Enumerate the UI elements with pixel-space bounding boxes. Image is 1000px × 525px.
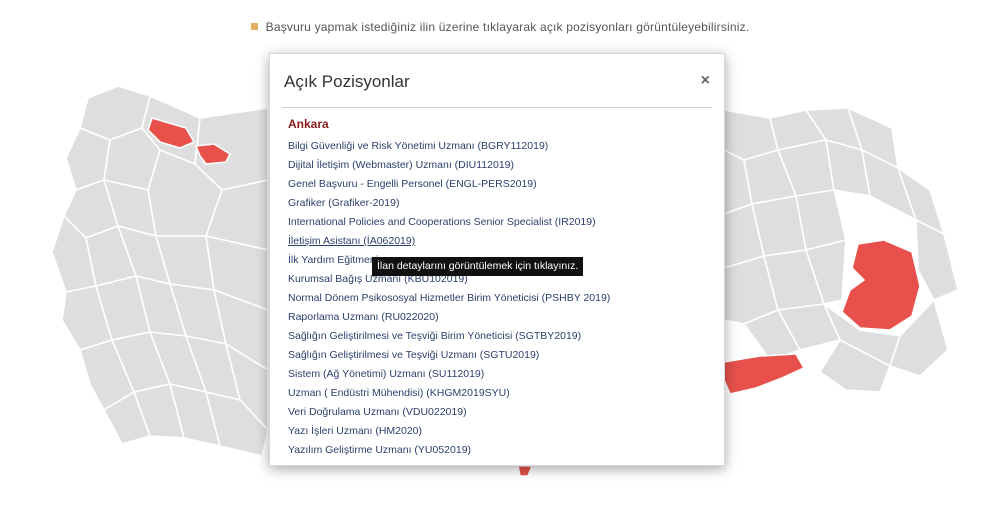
job-link[interactable]: International Policies and Cooperations …: [288, 216, 596, 228]
list-item: Bilgi Güvenliği ve Risk Yönetimi Uzmanı …: [288, 135, 712, 154]
job-link[interactable]: Genel Başvuru - Engelli Personel (ENGL-P…: [288, 178, 537, 190]
job-link-hovered[interactable]: İletişim Asistanı (İA062019): [288, 235, 415, 247]
map-province[interactable]: [915, 218, 959, 302]
job-tooltip: İlan detaylarını görüntülemek için tıkla…: [372, 257, 584, 276]
list-item: Sistem (Ağ Yönetimi) Uzmanı (SU112019): [288, 363, 712, 382]
job-link[interactable]: Dijital İletişim (Webmaster) Uzmanı (DIU…: [288, 159, 514, 171]
list-item: Sağlığın Geliştirilmesi ve Teşviği Uzman…: [288, 344, 712, 363]
close-icon[interactable]: ×: [701, 73, 710, 89]
city-title: Ankara: [288, 117, 329, 131]
job-link[interactable]: Normal Dönem Psikososyal Hizmetler Birim…: [288, 292, 610, 304]
job-link[interactable]: Yazı İşleri Uzmanı (HM2020): [288, 425, 422, 437]
list-item: Veri Doğrulama Uzmanı (VDU022019): [288, 401, 712, 420]
job-link[interactable]: Raporlama Uzmanı (RU022020): [288, 311, 439, 323]
map-province-active[interactable]: [517, 465, 534, 477]
job-link[interactable]: Bilgi Güvenliği ve Risk Yönetimi Uzmanı …: [288, 140, 548, 152]
map-province-active[interactable]: [841, 239, 921, 331]
list-item: Normal Dönem Psikososyal Hizmetler Birim…: [288, 287, 712, 306]
list-item: Raporlama Uzmanı (RU022020): [288, 306, 712, 325]
list-item: Sağlığın Geliştirilmesi ve Teşviği Birim…: [288, 325, 712, 344]
list-item: Yazı İşleri Uzmanı (HM2020): [288, 420, 712, 439]
job-list: Bilgi Güvenliği ve Risk Yönetimi Uzmanı …: [288, 135, 712, 458]
modal-body: Ankara Bilgi Güvenliği ve Risk Yönetimi …: [288, 117, 712, 458]
job-link[interactable]: Veri Doğrulama Uzmanı (VDU022019): [288, 406, 467, 418]
list-item: Yazılım Geliştirme Uzmanı (YU052019): [288, 439, 712, 458]
list-item: Genel Başvuru - Engelli Personel (ENGL-P…: [288, 173, 712, 192]
job-link[interactable]: Grafiker (Grafiker-2019): [288, 197, 399, 209]
list-item: International Policies and Cooperations …: [288, 211, 712, 230]
job-link[interactable]: İlk Yardım Eğitmeni: [288, 254, 378, 266]
modal-title: Açık Pozisyonlar: [284, 72, 410, 91]
job-link[interactable]: Sistem (Ağ Yönetimi) Uzmanı (SU112019): [288, 368, 484, 380]
job-link[interactable]: Sağlığın Geliştirilmesi ve Teşviği Uzman…: [288, 349, 539, 361]
list-item: Dijital İletişim (Webmaster) Uzmanı (DIU…: [288, 154, 712, 173]
map-province-active[interactable]: [723, 353, 806, 395]
job-link[interactable]: Uzman ( Endüstri Mühendisi) (KHGM2019SYU…: [288, 387, 510, 399]
job-link[interactable]: Yazılım Geliştirme Uzmanı (YU052019): [288, 444, 471, 456]
job-link[interactable]: Sağlığın Geliştirilmesi ve Teşviği Birim…: [288, 330, 581, 342]
modal-header: Açık Pozisyonlar ×: [282, 54, 712, 108]
list-item: Grafiker (Grafiker-2019): [288, 192, 712, 211]
list-item: İletişim Asistanı (İA062019): [288, 230, 712, 249]
list-item: Uzman ( Endüstri Mühendisi) (KHGM2019SYU…: [288, 382, 712, 401]
